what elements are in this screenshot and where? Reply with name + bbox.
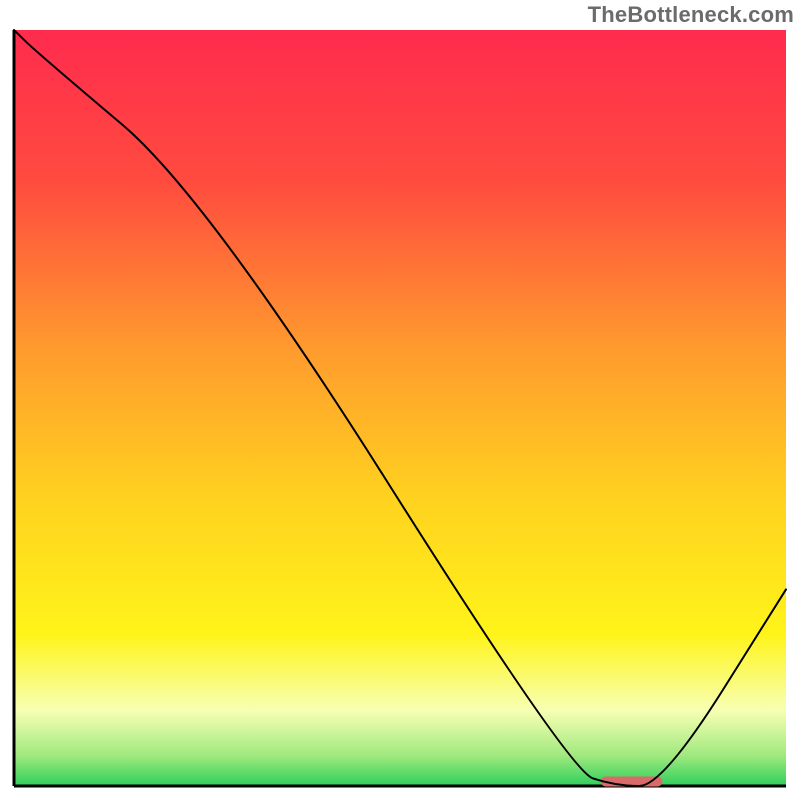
bottleneck-chart (0, 0, 800, 800)
plot-background (14, 30, 786, 786)
chart-stage: TheBottleneck.com (0, 0, 800, 800)
watermark-text: TheBottleneck.com (588, 2, 794, 28)
